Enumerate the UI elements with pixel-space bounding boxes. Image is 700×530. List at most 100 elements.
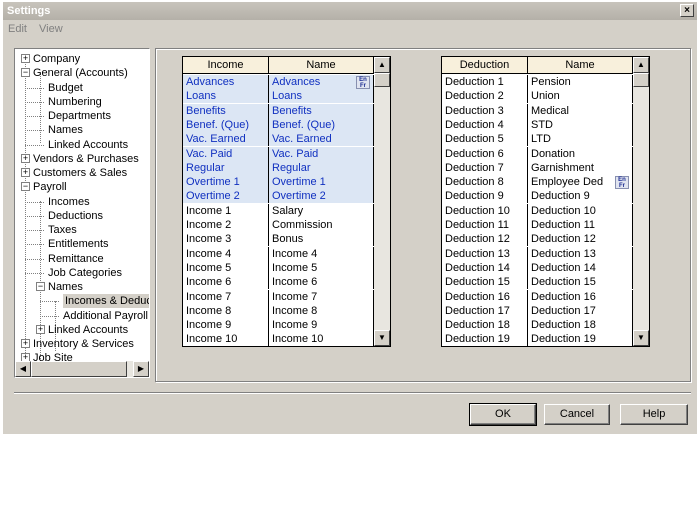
- table-vertical-scrollbar[interactable]: ▲ ▼: [374, 57, 390, 346]
- tree-item[interactable]: Payroll: [33, 180, 67, 194]
- table-scroll-thumb[interactable]: [633, 73, 649, 87]
- menu-bar: Edit View: [3, 21, 697, 37]
- settings-tree[interactable]: + Company − General (Accounts) Budget Numberi…: [14, 48, 150, 378]
- expand-icon[interactable]: +: [21, 168, 30, 177]
- name-input-cell[interactable]: Deduction 11: [528, 218, 633, 232]
- name-input-cell[interactable]: Overtime 2: [269, 189, 374, 204]
- name-input-cell[interactable]: Loans: [269, 89, 374, 104]
- name-input-cell[interactable]: STD: [528, 117, 633, 132]
- name-input-cell[interactable]: Vac. Earned: [269, 132, 374, 147]
- deduction-table[interactable]: Deduction Name Deduction 1 Pension Deduction…: [441, 56, 650, 347]
- name-input-cell[interactable]: Deduction 13: [528, 246, 633, 261]
- close-icon[interactable]: ×: [680, 4, 694, 17]
- menu-edit[interactable]: Edit: [8, 23, 27, 35]
- tree-item[interactable]: Deductions: [48, 209, 103, 223]
- tree-item[interactable]: Departments: [48, 109, 111, 123]
- column-header[interactable]: Deduction: [442, 57, 528, 74]
- tree-item[interactable]: Vendors & Purchases: [33, 152, 139, 166]
- name-input-cell[interactable]: Income 6: [269, 275, 374, 290]
- language-toggle-icon[interactable]: En Fr: [615, 175, 629, 189]
- tree-item[interactable]: Incomes: [48, 195, 90, 209]
- name-input-cell[interactable]: Deduction 12: [528, 232, 633, 247]
- tree-item[interactable]: Linked Accounts: [48, 323, 128, 337]
- scroll-down-icon[interactable]: ▼: [633, 330, 649, 346]
- scroll-left-icon[interactable]: ◀: [15, 361, 31, 377]
- table-cell: Income 5: [183, 260, 269, 275]
- name-input-cell[interactable]: Benefits: [269, 103, 374, 118]
- name-input-cell[interactable]: Regular: [269, 160, 374, 175]
- tree-item[interactable]: Remittance: [48, 252, 104, 266]
- name-input-cell[interactable]: Garnishment: [528, 160, 633, 175]
- menu-view[interactable]: View: [39, 23, 63, 35]
- collapse-icon[interactable]: −: [21, 182, 30, 192]
- name-input-cell[interactable]: Union: [528, 89, 633, 104]
- name-input-cell[interactable]: Deduction 17: [528, 303, 633, 318]
- name-input-cell[interactable]: Commission: [269, 218, 374, 232]
- tree-item[interactable]: Numbering: [48, 95, 102, 109]
- name-input-cell[interactable]: Bonus: [269, 232, 374, 247]
- table-vertical-scrollbar[interactable]: ▲ ▼: [633, 57, 649, 346]
- ok-button[interactable]: OK: [469, 403, 537, 426]
- scroll-up-icon[interactable]: ▲: [633, 57, 649, 73]
- income-table[interactable]: Income Name Advances Advances Loans Loans Bene…: [182, 56, 391, 347]
- tree-item[interactable]: Taxes: [48, 223, 77, 237]
- expand-icon[interactable]: +: [21, 54, 30, 63]
- tree-item[interactable]: Names: [48, 123, 83, 137]
- tree-item[interactable]: Linked Accounts: [48, 138, 128, 152]
- tree-horizontal-scrollbar[interactable]: ◀ ▶: [15, 361, 149, 377]
- name-input-cell[interactable]: Income 7: [269, 289, 374, 304]
- name-input-cell[interactable]: Medical: [528, 103, 633, 118]
- name-input-cell[interactable]: Deduction 15: [528, 275, 633, 290]
- name-input-cell[interactable]: Income 8: [269, 303, 374, 318]
- tree-item[interactable]: Budget: [48, 81, 83, 95]
- name-input-cell[interactable]: Deduction 10: [528, 203, 633, 218]
- tree-item[interactable]: Entitlements: [48, 237, 109, 251]
- name-input-cell[interactable]: Overtime 1: [269, 175, 374, 190]
- scroll-right-icon[interactable]: ▶: [133, 361, 149, 377]
- expand-icon[interactable]: +: [21, 353, 30, 361]
- language-toggle-icon[interactable]: En Fr: [356, 75, 370, 89]
- expand-icon[interactable]: +: [21, 153, 30, 163]
- tree-item[interactable]: Company: [33, 52, 80, 66]
- collapse-icon[interactable]: −: [36, 282, 45, 291]
- scroll-up-icon[interactable]: ▲: [374, 57, 390, 73]
- table-cell: Deduction 12: [442, 232, 528, 247]
- name-input-cell[interactable]: Income 10: [269, 332, 374, 346]
- tree-item[interactable]: Incomes & Deduc: [63, 294, 149, 309]
- name-input-cell[interactable]: Deduction 16: [528, 289, 633, 304]
- name-input-cell[interactable]: Vac. Paid: [269, 146, 374, 161]
- table-cell: Income 2: [183, 218, 269, 232]
- name-input-cell[interactable]: Donation: [528, 146, 633, 161]
- name-input-cell[interactable]: Deduction 9: [528, 189, 633, 204]
- expand-icon[interactable]: +: [21, 339, 30, 348]
- name-input-cell[interactable]: Deduction 14: [528, 260, 633, 275]
- tree-item[interactable]: Job Site: [33, 351, 73, 361]
- cancel-button[interactable]: Cancel: [544, 404, 610, 425]
- tree-content: + Company − General (Accounts) Budget Numberi…: [15, 49, 149, 361]
- name-input-cell[interactable]: Deduction 19: [528, 332, 633, 346]
- tree-item[interactable]: Names: [48, 280, 83, 294]
- column-header[interactable]: Income: [183, 57, 269, 74]
- name-input-cell[interactable]: Salary: [269, 203, 374, 218]
- collapse-icon[interactable]: −: [21, 68, 30, 78]
- name-input-cell[interactable]: Benef. (Que): [269, 117, 374, 132]
- tree-scroll-thumb[interactable]: [31, 361, 127, 377]
- name-input-cell[interactable]: Income 5: [269, 260, 374, 275]
- name-input-cell[interactable]: Income 9: [269, 318, 374, 333]
- name-input-cell[interactable]: Income 4: [269, 246, 374, 261]
- tree-item[interactable]: Inventory & Services: [33, 337, 134, 351]
- name-input-cell[interactable]: Deduction 18: [528, 318, 633, 333]
- column-header[interactable]: Name: [528, 57, 633, 74]
- name-input-cell[interactable]: LTD: [528, 132, 633, 147]
- tree-item[interactable]: Customers & Sales: [33, 166, 127, 180]
- table-cell: Vac. Paid: [183, 146, 269, 161]
- help-button[interactable]: Help: [620, 404, 688, 425]
- expand-icon[interactable]: +: [36, 324, 45, 334]
- column-header[interactable]: Name: [269, 57, 374, 74]
- table-scroll-thumb[interactable]: [374, 73, 390, 87]
- tree-item[interactable]: Additional Payroll: [63, 309, 148, 323]
- name-input-cell[interactable]: Pension: [528, 75, 633, 89]
- tree-item[interactable]: Job Categories: [48, 266, 122, 280]
- scroll-down-icon[interactable]: ▼: [374, 330, 390, 346]
- tree-item[interactable]: General (Accounts): [33, 66, 128, 80]
